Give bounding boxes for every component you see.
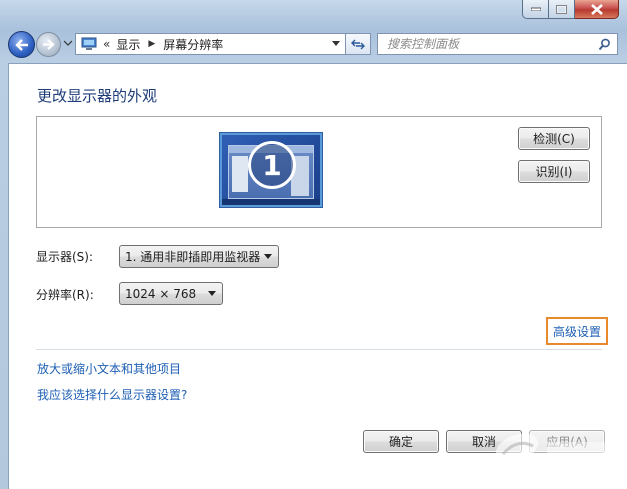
advanced-settings-link[interactable]: 高级设置 — [546, 317, 608, 345]
identify-button[interactable]: 识别(I) — [518, 160, 590, 183]
content-pane: 更改显示器的外观 1 检测(C) 识别(I) 显示器(S): 1. 通用非即插即… — [8, 63, 627, 489]
ok-button[interactable]: 确定 — [363, 430, 439, 453]
display-select[interactable]: 1. 通用非即插即用监视器 — [119, 245, 279, 268]
resolution-select-value: 1024 × 768 — [125, 286, 197, 301]
breadcrumb-screen-resolution[interactable]: 屏幕分辨率 — [163, 36, 223, 53]
monitor-1-thumbnail[interactable]: 1 — [220, 133, 322, 207]
search-icon[interactable] — [598, 38, 611, 51]
page-title: 更改显示器的外观 — [37, 87, 158, 105]
dropdown-arrow-icon — [261, 254, 275, 259]
back-arrow-icon — [14, 38, 28, 51]
forward-button[interactable] — [36, 32, 61, 57]
dropdown-arrow-icon — [205, 291, 219, 296]
divider — [36, 349, 602, 350]
taskbar-thumbnail — [222, 199, 320, 205]
display-select-value: 1. 通用非即插即用监视器 — [125, 250, 261, 264]
address-dropdown-icon[interactable] — [331, 40, 341, 48]
caption-buttons — [522, 0, 619, 19]
close-button[interactable] — [575, 0, 619, 19]
search-input[interactable] — [387, 37, 587, 51]
address-bar[interactable]: « 显示 ▶ 屏幕分辨率 — [75, 33, 346, 55]
minimize-button[interactable] — [522, 0, 549, 19]
breadcrumb-separator-icon[interactable]: ▶ — [148, 39, 155, 49]
search-box[interactable] — [377, 33, 618, 55]
refresh-icon — [351, 39, 365, 49]
resolution-label: 分辨率(R): — [36, 288, 94, 302]
maximize-button[interactable] — [549, 0, 575, 19]
display-label: 显示器(S): — [36, 250, 94, 264]
watermark-logo — [477, 418, 627, 484]
which-display-setting-link[interactable]: 我应该选择什么显示器设置? — [37, 386, 187, 403]
address-chevron[interactable]: « — [103, 37, 110, 51]
maximize-icon — [556, 4, 567, 14]
detect-button[interactable]: 检测(C) — [518, 127, 590, 150]
minimize-icon — [530, 7, 541, 11]
refresh-button[interactable] — [346, 33, 371, 55]
monitor-number-badge: 1 — [248, 141, 296, 189]
recent-pages-dropdown[interactable] — [63, 38, 73, 48]
monitor-preview-area: 1 检测(C) 识别(I) — [36, 116, 602, 228]
breadcrumb-display[interactable]: 显示 — [116, 36, 140, 53]
window-frame: « 显示 ▶ 屏幕分辨率 更改显示器的外观 1 — [0, 0, 627, 489]
control-panel-icon — [81, 37, 97, 50]
forward-arrow-icon — [43, 39, 55, 50]
resolution-select[interactable]: 1024 × 768 — [119, 282, 223, 305]
close-icon — [590, 3, 603, 15]
back-button[interactable] — [8, 31, 35, 58]
text-size-link[interactable]: 放大或缩小文本和其他项目 — [37, 360, 181, 377]
